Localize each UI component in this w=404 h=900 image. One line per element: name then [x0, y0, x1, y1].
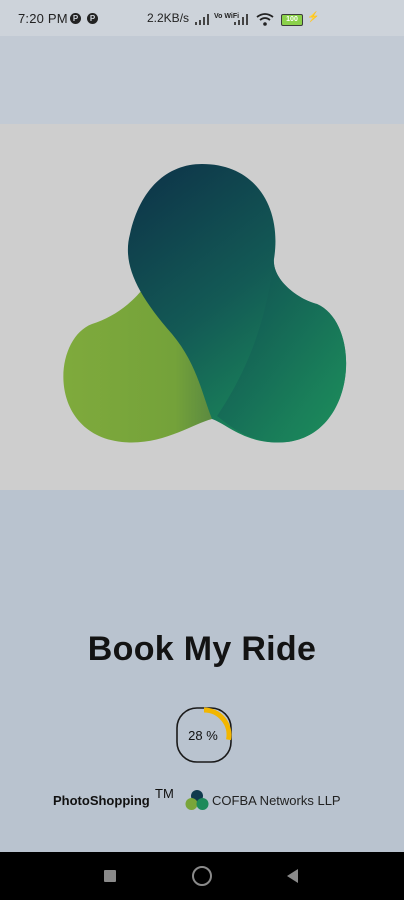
- status-time: 7:20 PM: [18, 11, 68, 26]
- loading-progress: 28 %: [175, 706, 233, 764]
- p-circle-icon: P: [87, 13, 98, 24]
- wifi-icon: [256, 13, 274, 26]
- footer-brand: PhotoShopping: [53, 793, 150, 808]
- battery-icon: 100: [281, 14, 303, 26]
- app-title: Book My Ride: [87, 630, 317, 668]
- network-speed: 2.2KB/s: [147, 11, 190, 25]
- app-logo: [63, 164, 347, 443]
- progress-label: 28 %: [188, 728, 218, 743]
- back-button[interactable]: [287, 869, 298, 883]
- status-bar: 7:20 PM P P 2.2KB/s Vo WiFi 100 ⚡: [0, 0, 404, 36]
- p-circle-icon: P: [70, 13, 81, 24]
- signal-icon: [195, 12, 211, 26]
- home-button[interactable]: [192, 866, 212, 886]
- system-nav-bar: [0, 852, 404, 900]
- charging-icon: ⚡: [307, 12, 320, 23]
- recents-button[interactable]: [104, 870, 116, 882]
- company-name: COFBA Networks LLP: [212, 793, 341, 808]
- header-band: [0, 36, 404, 124]
- cofba-logo-icon: [185, 790, 209, 810]
- signal-icon: [234, 12, 250, 26]
- trademark-mark: TM: [155, 786, 174, 801]
